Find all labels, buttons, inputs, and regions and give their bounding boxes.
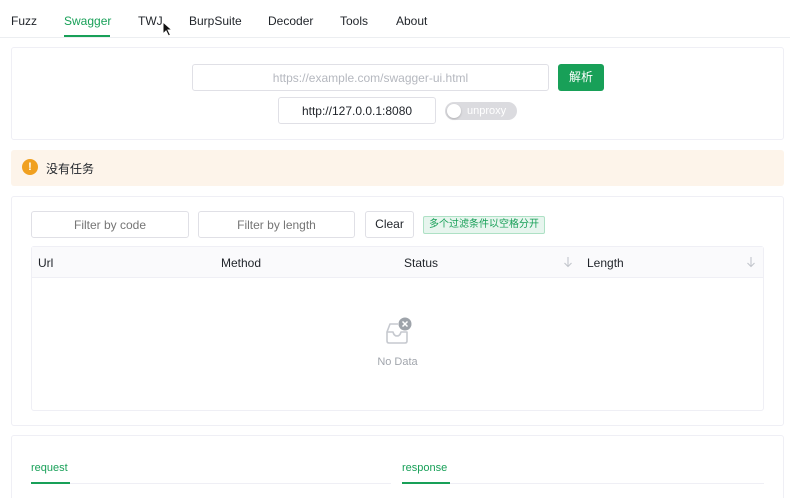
tab-swagger[interactable]: Swagger: [64, 14, 111, 28]
clear-button[interactable]: Clear: [365, 211, 414, 238]
response-tab-rail: [402, 483, 764, 484]
response-tab-indicator: [402, 482, 450, 484]
proxy-address-input[interactable]: [278, 97, 436, 124]
status-alert: ! 没有任务: [11, 150, 784, 186]
column-method: Method: [221, 256, 262, 270]
toggle-knob: [447, 104, 461, 118]
sort-arrow-icon[interactable]: [563, 256, 573, 268]
top-nav: Fuzz Swagger TWJ BurpSuite Decoder Tools…: [0, 0, 790, 38]
tab-request[interactable]: request: [31, 462, 68, 474]
request-tab-indicator: [31, 482, 70, 484]
tab-fuzz[interactable]: Fuzz: [11, 14, 37, 28]
tab-about[interactable]: About: [396, 14, 427, 28]
exclamation-icon: !: [22, 159, 38, 175]
alert-message: 没有任务: [46, 162, 95, 176]
proxy-toggle[interactable]: unproxy: [445, 102, 517, 120]
filter-code-input[interactable]: [31, 211, 189, 238]
tab-decoder[interactable]: Decoder: [268, 14, 313, 28]
empty-inbox-icon: [386, 317, 412, 344]
filter-tip-tag: 多个过滤条件以空格分开: [423, 216, 545, 234]
parse-button[interactable]: 解析: [558, 64, 604, 91]
request-tab-rail: [31, 483, 391, 484]
tab-twj[interactable]: TWJ: [138, 14, 163, 28]
swagger-input-card: [11, 47, 784, 140]
tab-response[interactable]: response: [402, 462, 447, 474]
sort-arrow-icon[interactable]: [746, 256, 756, 268]
filter-length-input[interactable]: [198, 211, 355, 238]
column-length[interactable]: Length: [587, 256, 624, 270]
swagger-url-input[interactable]: [192, 64, 549, 91]
request-response-card: [11, 435, 784, 498]
table-header: Url Method Status Length: [32, 247, 763, 278]
toggle-label: unproxy: [467, 105, 507, 117]
mouse-cursor-icon: [162, 21, 173, 37]
tab-tools[interactable]: Tools: [340, 14, 368, 28]
empty-state-text: No Data: [377, 356, 418, 368]
tab-burpsuite[interactable]: BurpSuite: [189, 14, 242, 28]
column-url: Url: [38, 256, 54, 270]
active-tab-indicator: [64, 35, 110, 37]
results-table: Url Method Status Length No Data: [31, 246, 764, 411]
column-status[interactable]: Status: [404, 256, 438, 270]
